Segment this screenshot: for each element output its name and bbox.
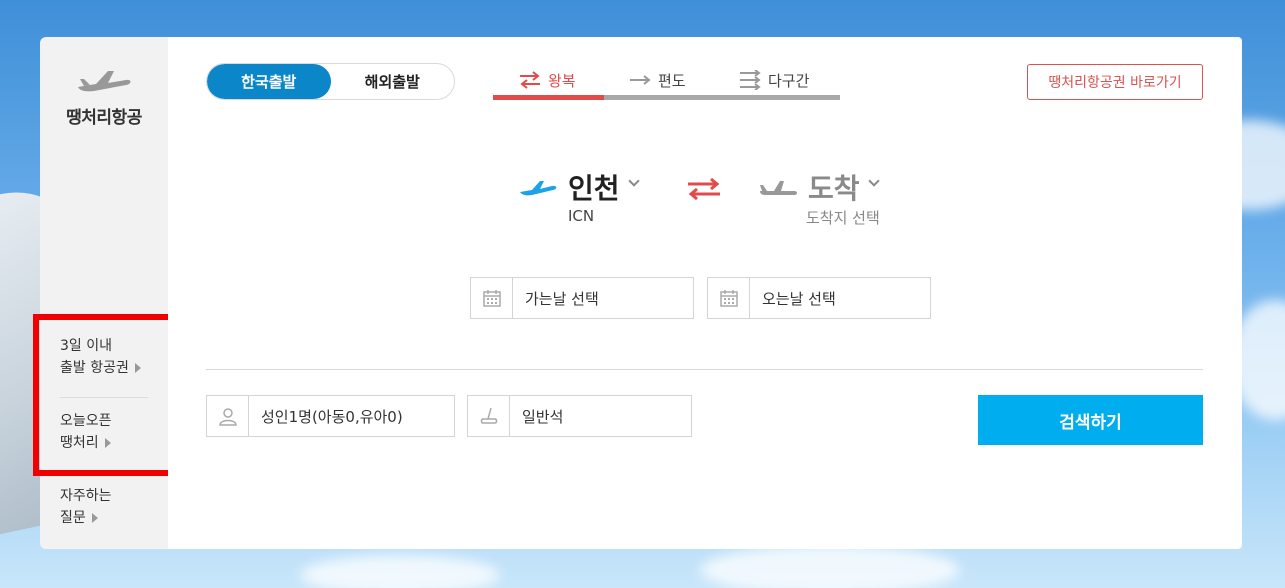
arrival-city: 도착	[808, 172, 860, 205]
arrival-selector[interactable]: 도착 도착지 선택	[758, 167, 880, 228]
tab-underline-active	[493, 95, 604, 100]
section-divider	[206, 369, 1203, 370]
one-way-icon	[630, 75, 651, 85]
calendar-icon	[708, 278, 750, 318]
cabin-class-selector[interactable]: 일반석	[467, 395, 692, 437]
tab-one-way[interactable]: 편도	[628, 63, 686, 97]
departure-code: ICN	[568, 207, 595, 225]
swap-route-icon[interactable]	[686, 177, 722, 201]
chevron-down-icon	[627, 175, 640, 187]
seat-icon	[468, 396, 510, 436]
highlight-box	[33, 314, 180, 476]
tab-domestic-departure[interactable]: 한국출발	[207, 64, 331, 99]
airplane-icon	[78, 71, 131, 92]
tab-multi-city[interactable]: 다구간	[738, 63, 809, 97]
tab-overseas-departure[interactable]: 해외출발	[331, 64, 455, 99]
background-cloud	[300, 555, 500, 588]
tab-label: 왕복	[548, 71, 576, 90]
flight-search-panel: 한국출발 해외출발 왕복 편도 다구간 땡처리항공권 바로가기 인천 ICN 도…	[168, 37, 1242, 549]
departure-selector[interactable]: 인천 ICN	[518, 167, 640, 225]
brand-name: 땡처리항공	[66, 108, 142, 128]
round-trip-icon	[520, 71, 540, 89]
departure-origin-toggle: 한국출발 해외출발	[206, 63, 455, 100]
departure-city: 인천	[568, 172, 620, 205]
multi-city-icon	[740, 70, 761, 90]
arrival-code: 도착지 선택	[806, 209, 880, 227]
takeoff-plane-icon	[520, 181, 557, 196]
tab-round-trip[interactable]: 왕복	[518, 63, 576, 97]
sidebar-item-label: 질문	[60, 510, 86, 526]
brand-logo[interactable]: 땡처리항공	[40, 67, 168, 128]
search-button[interactable]: 검색하기	[978, 395, 1203, 445]
tab-label: 편도	[658, 71, 686, 90]
return-date-placeholder: 오는날 선택	[762, 289, 836, 308]
calendar-icon	[471, 278, 513, 318]
background-cloud	[700, 545, 960, 588]
passenger-count: 성인1명(아동0,유아0)	[261, 407, 403, 426]
departure-date-placeholder: 가는날 선택	[525, 289, 599, 308]
return-date-field[interactable]: 오는날 선택	[707, 277, 931, 319]
passenger-selector[interactable]: 성인1명(아동0,유아0)	[206, 395, 455, 437]
cheap-tickets-shortcut-button[interactable]: 땡처리항공권 바로가기	[1027, 64, 1203, 100]
sidebar-item-faq[interactable]: 자주하는 질문	[60, 485, 112, 529]
tab-label: 다구간	[768, 71, 810, 90]
person-icon	[207, 396, 249, 436]
departure-date-field[interactable]: 가는날 선택	[470, 277, 694, 319]
sidebar-item-label: 자주하는	[60, 488, 112, 504]
cabin-class: 일반석	[522, 407, 564, 426]
trip-type-tabs: 왕복 편도 다구간	[493, 63, 840, 101]
landing-plane-icon	[760, 181, 797, 195]
chevron-down-icon	[867, 175, 880, 187]
caret-right-icon	[91, 513, 98, 523]
